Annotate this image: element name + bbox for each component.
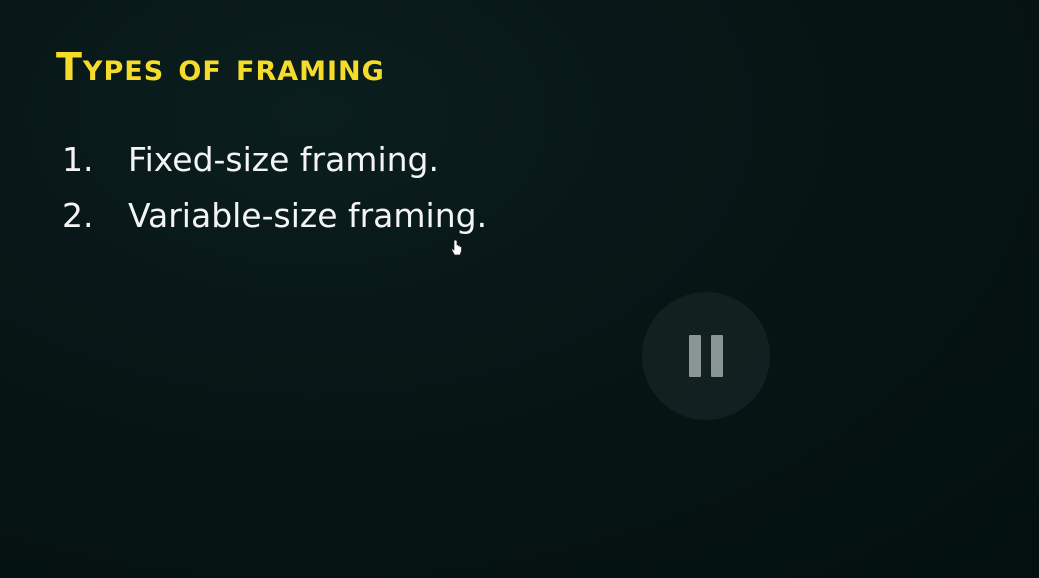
pause-icon [689, 335, 701, 377]
list-item-text: Fixed-size framing. [128, 140, 439, 179]
list-item: 1. Fixed-size framing. [62, 140, 487, 196]
list-item-text: Variable-size framing. [128, 196, 488, 235]
list-item-number: 1. [62, 140, 94, 179]
slide-title: Types of framing [56, 45, 385, 89]
video-frame[interactable]: Types of framing 1. Fixed-size framing. … [0, 0, 1039, 578]
pause-button[interactable] [642, 292, 770, 420]
list-item: 2. Variable-size framing. [62, 196, 487, 252]
framing-types-list: 1. Fixed-size framing. 2. Variable-size … [62, 140, 487, 252]
pause-icon [711, 335, 723, 377]
list-item-number: 2. [62, 196, 94, 235]
hand-cursor-icon [451, 240, 462, 256]
